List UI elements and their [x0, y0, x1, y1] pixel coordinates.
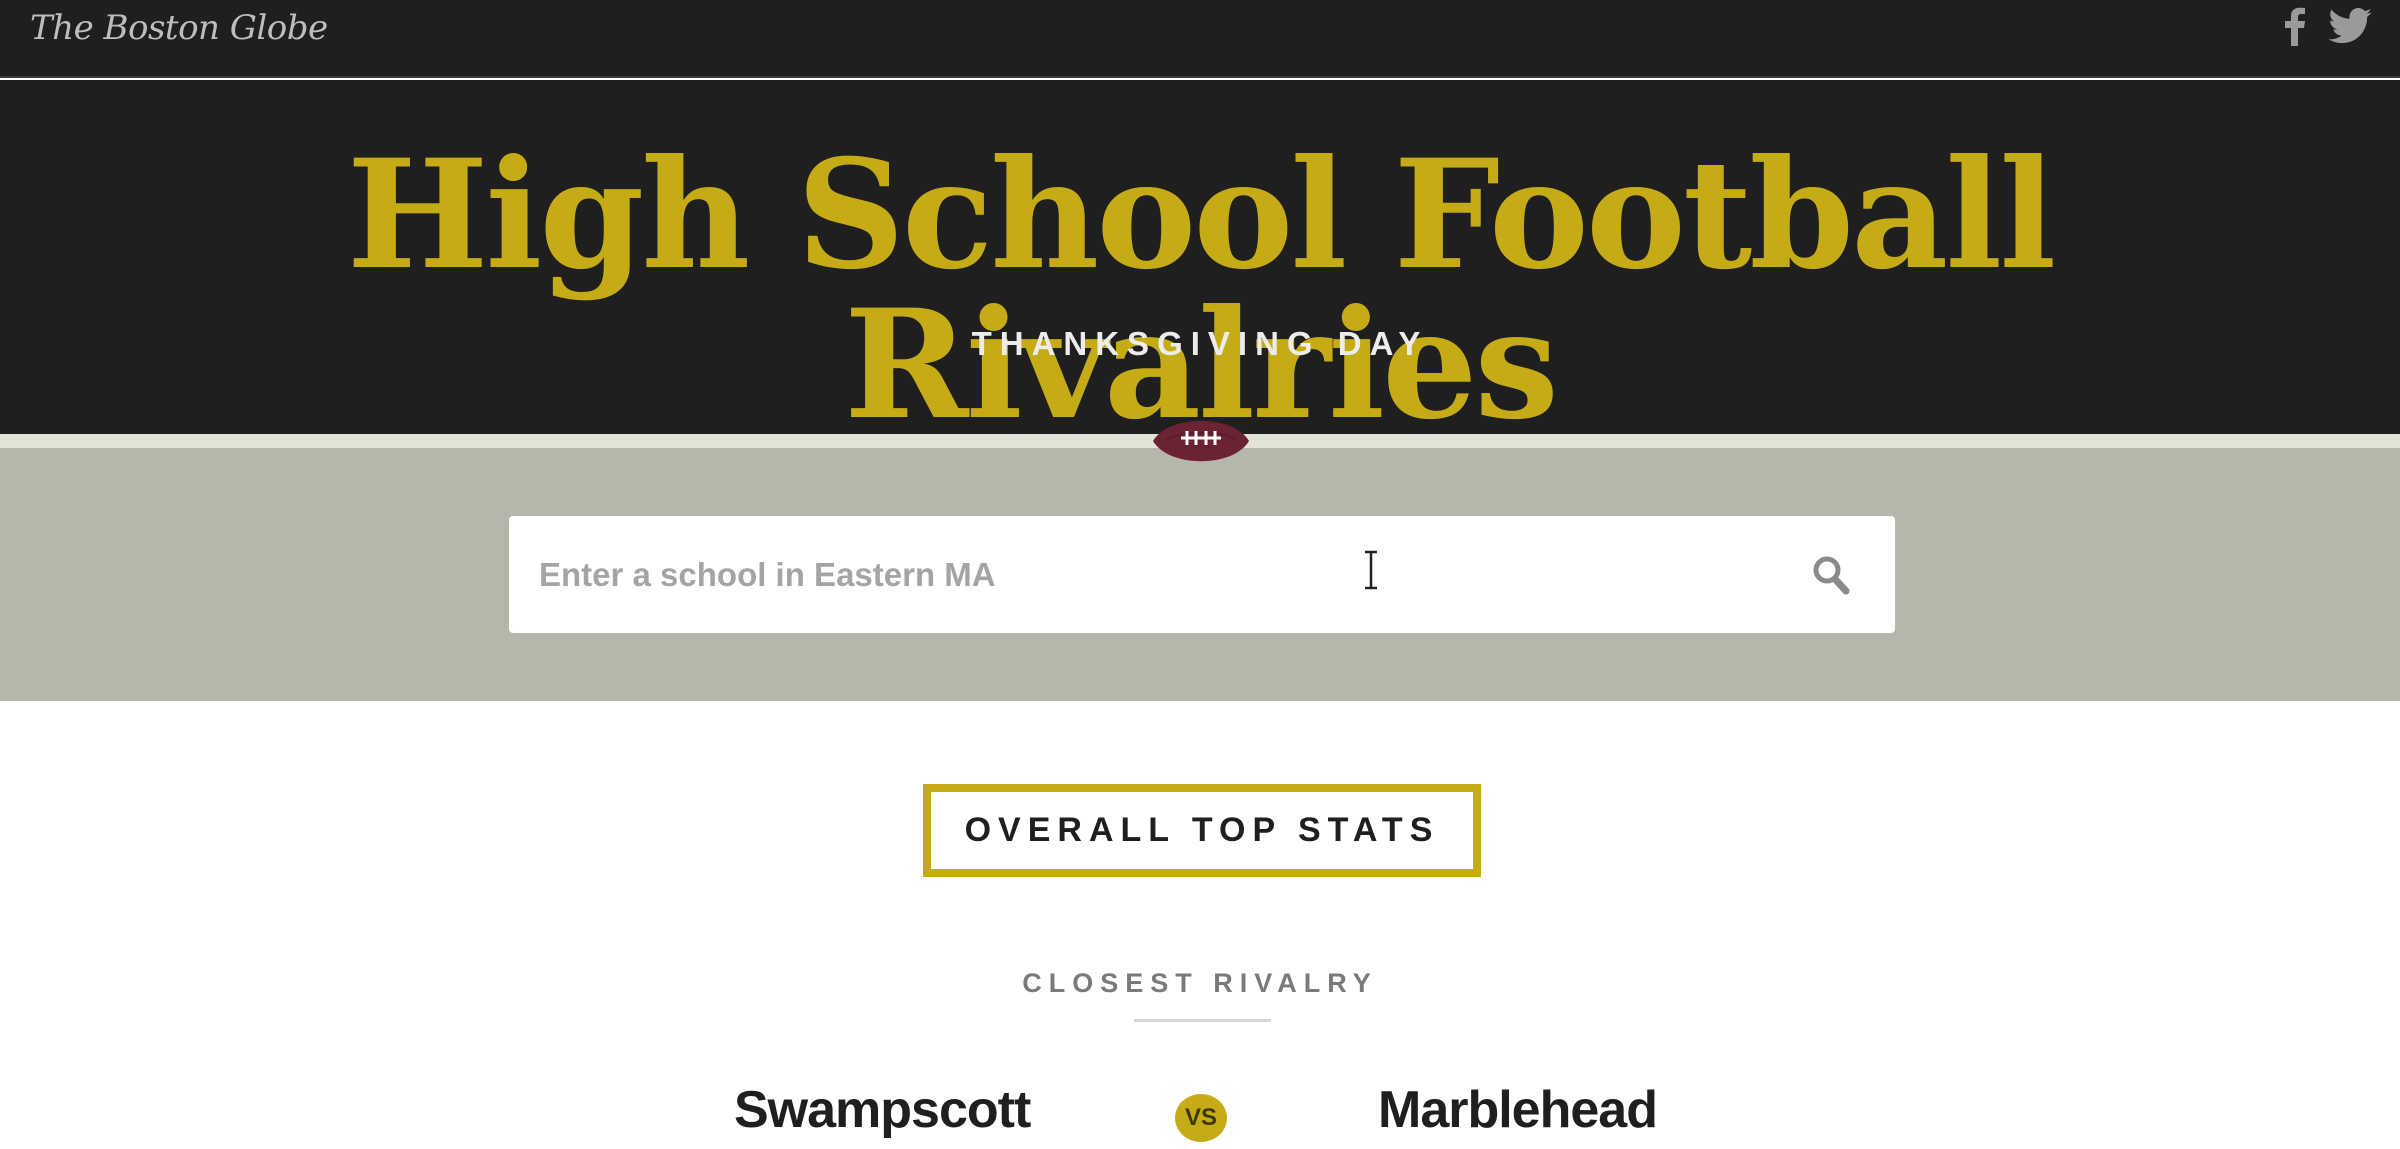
search-icon[interactable] [1811, 554, 1851, 601]
football-icon [1151, 410, 1251, 472]
twitter-icon[interactable] [2328, 8, 2372, 44]
closest-rivalry-label: CLOSEST RIVALRY [1022, 968, 1378, 998]
top-bar: The Boston Globe [0, 0, 2400, 78]
social-links [2284, 6, 2372, 46]
school-search-input[interactable] [539, 516, 1739, 633]
team-b-name: Marblehead [1378, 1081, 1658, 1139]
boston-globe-logo[interactable]: The Boston Globe [30, 8, 328, 48]
facebook-icon[interactable] [2284, 6, 2306, 46]
overall-top-stats-heading: OVERALL TOP STATS [923, 784, 1481, 877]
page-title: High School Football Rivalries [346, 127, 2057, 453]
page-subtitle: THANKSGIVING DAY [971, 325, 1429, 362]
section-divider [1134, 1019, 1271, 1022]
hero-banner: High School Football Rivalries THANKSGIV… [0, 80, 2400, 440]
search-box[interactable] [509, 516, 1895, 633]
text-cursor-icon [1361, 550, 1381, 595]
vs-badge: VS [1175, 1094, 1227, 1142]
search-section [0, 448, 2400, 701]
team-a-name: Swampscott [734, 1081, 1031, 1139]
